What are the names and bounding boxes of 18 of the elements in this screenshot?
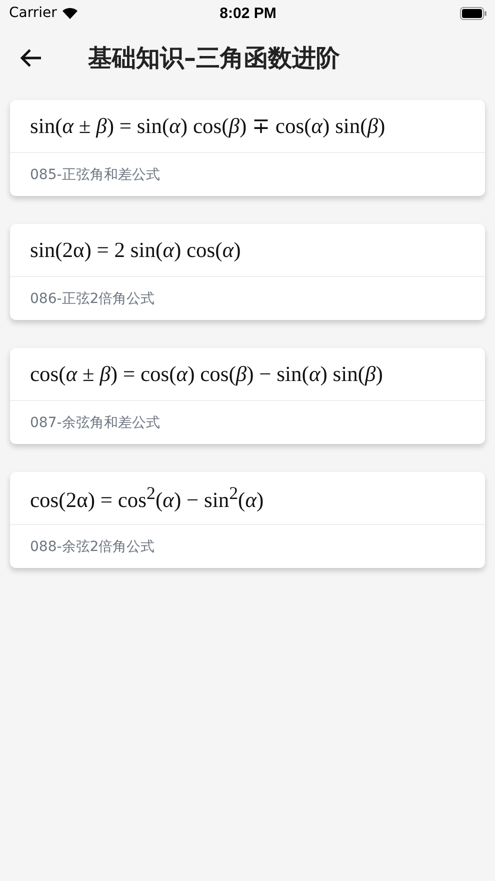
formula: cos(2α) = cos$^{2}$(α) − sin$^{2}$(α) (30, 482, 264, 514)
formula-card[interactable]: cos(2α) = cos$^{2}$(α) − sin$^{2}$(α) 088-余弦2倍角公式 (10, 472, 485, 568)
status-time: 8:02 PM (220, 4, 276, 22)
back-arrow-icon (20, 48, 42, 68)
formula-label: 086-正弦2倍角公式 (30, 290, 155, 308)
formula: cos(α ± β) = cos(α) cos(β) − sin(α) sin(β) (30, 362, 383, 386)
formula-label: 088-余弦2倍角公式 (30, 538, 155, 556)
battery-icon (460, 6, 487, 20)
formula: sin(2α) = 2 sin(α) cos(α) (30, 238, 241, 262)
carrier-name: Carrier (9, 5, 57, 21)
formula-card[interactable]: sin(2α) = 2 sin(α) cos(α) 086-正弦2倍角公式 (10, 224, 485, 320)
formula: sin(α ± β) = sin(α) cos(β) ∓ cos(α) sin(β) (30, 113, 386, 139)
page-title: 基础知识–三角函数进阶 (88, 43, 340, 74)
formula-label: 087-余弦角和差公式 (30, 414, 160, 432)
formula-card[interactable]: cos(α ± β) = cos(α) cos(β) − sin(α) sin(β) 087-余弦角和差公式 (10, 348, 485, 444)
formula-label: 085-正弦角和差公式 (30, 166, 160, 184)
wifi-icon (62, 7, 78, 19)
formula-card[interactable]: sin(α ± β) = sin(α) cos(β) ∓ cos(α) sin(β) 085-正弦角和差公式 (10, 100, 485, 196)
